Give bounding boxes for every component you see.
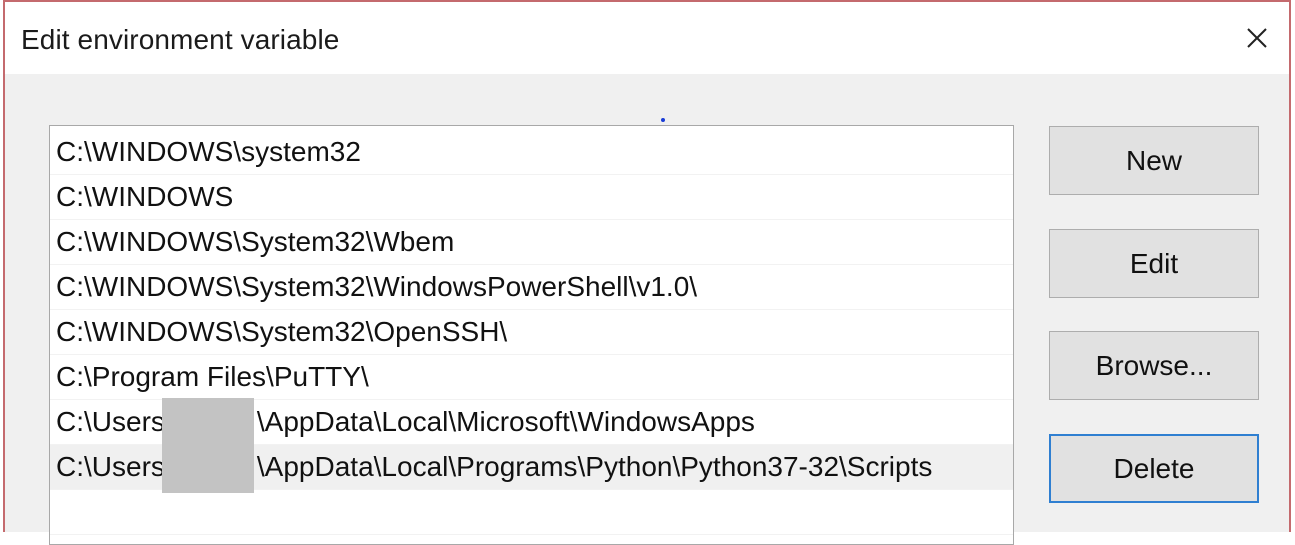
list-item-selected[interactable]: C:\Users \AppData\Local\Programs\Python\P… [50,444,1013,493]
list-item[interactable]: C:\Program Files\PuTTY\ [50,355,1013,400]
title-bar[interactable]: Edit environment variable [5,2,1289,74]
list-item-text: C:\WINDOWS\System32\Wbem [56,226,455,257]
focus-dot [661,118,665,122]
close-button[interactable] [1235,16,1279,60]
list-item-text: C:\WINDOWS\System32\WindowsPowerShell\v1… [56,271,698,302]
list-item[interactable]: C:\WINDOWS\System32\Wbem [50,220,1013,265]
edit-env-variable-dialog: Edit environment variable C:\WINDOWS\sys… [3,0,1291,545]
list-item-text: C:\WINDOWS\system32 [56,136,361,167]
list-item[interactable]: C:\WINDOWS\system32 [50,130,1013,175]
path-list[interactable]: C:\WINDOWS\system32 C:\WINDOWS C:\WINDOW… [49,125,1014,545]
close-icon [1247,28,1267,48]
redaction-block [162,444,254,493]
list-item-text: C:\Users [56,406,165,437]
edit-button[interactable]: Edit [1049,229,1259,298]
list-item[interactable]: C:\Users \AppData\Local\Microsoft\Windows… [50,398,1013,445]
browse-button[interactable]: Browse... [1049,331,1259,400]
list-item[interactable]: C:\WINDOWS\System32\WindowsPowerShell\v1… [50,265,1013,310]
new-button[interactable]: New [1049,126,1259,195]
list-item-text: C:\Program Files\PuTTY\ [56,361,369,392]
list-item-text: \AppData\Local\Programs\Python\Python37-… [256,451,933,482]
dialog-title: Edit environment variable [21,24,340,55]
list-item-text: C:\Users [56,451,165,482]
list-item-text: \AppData\Local\Microsoft\WindowsApps [256,406,755,437]
list-item-text: C:\WINDOWS [56,181,234,212]
redaction-block [162,398,254,445]
list-item[interactable]: C:\WINDOWS [50,175,1013,220]
list-item[interactable]: C:\WINDOWS\System32\OpenSSH\ [50,310,1013,355]
list-item[interactable] [50,490,1013,535]
delete-button[interactable]: Delete [1049,434,1259,503]
list-item-text: C:\WINDOWS\System32\OpenSSH\ [56,316,508,347]
